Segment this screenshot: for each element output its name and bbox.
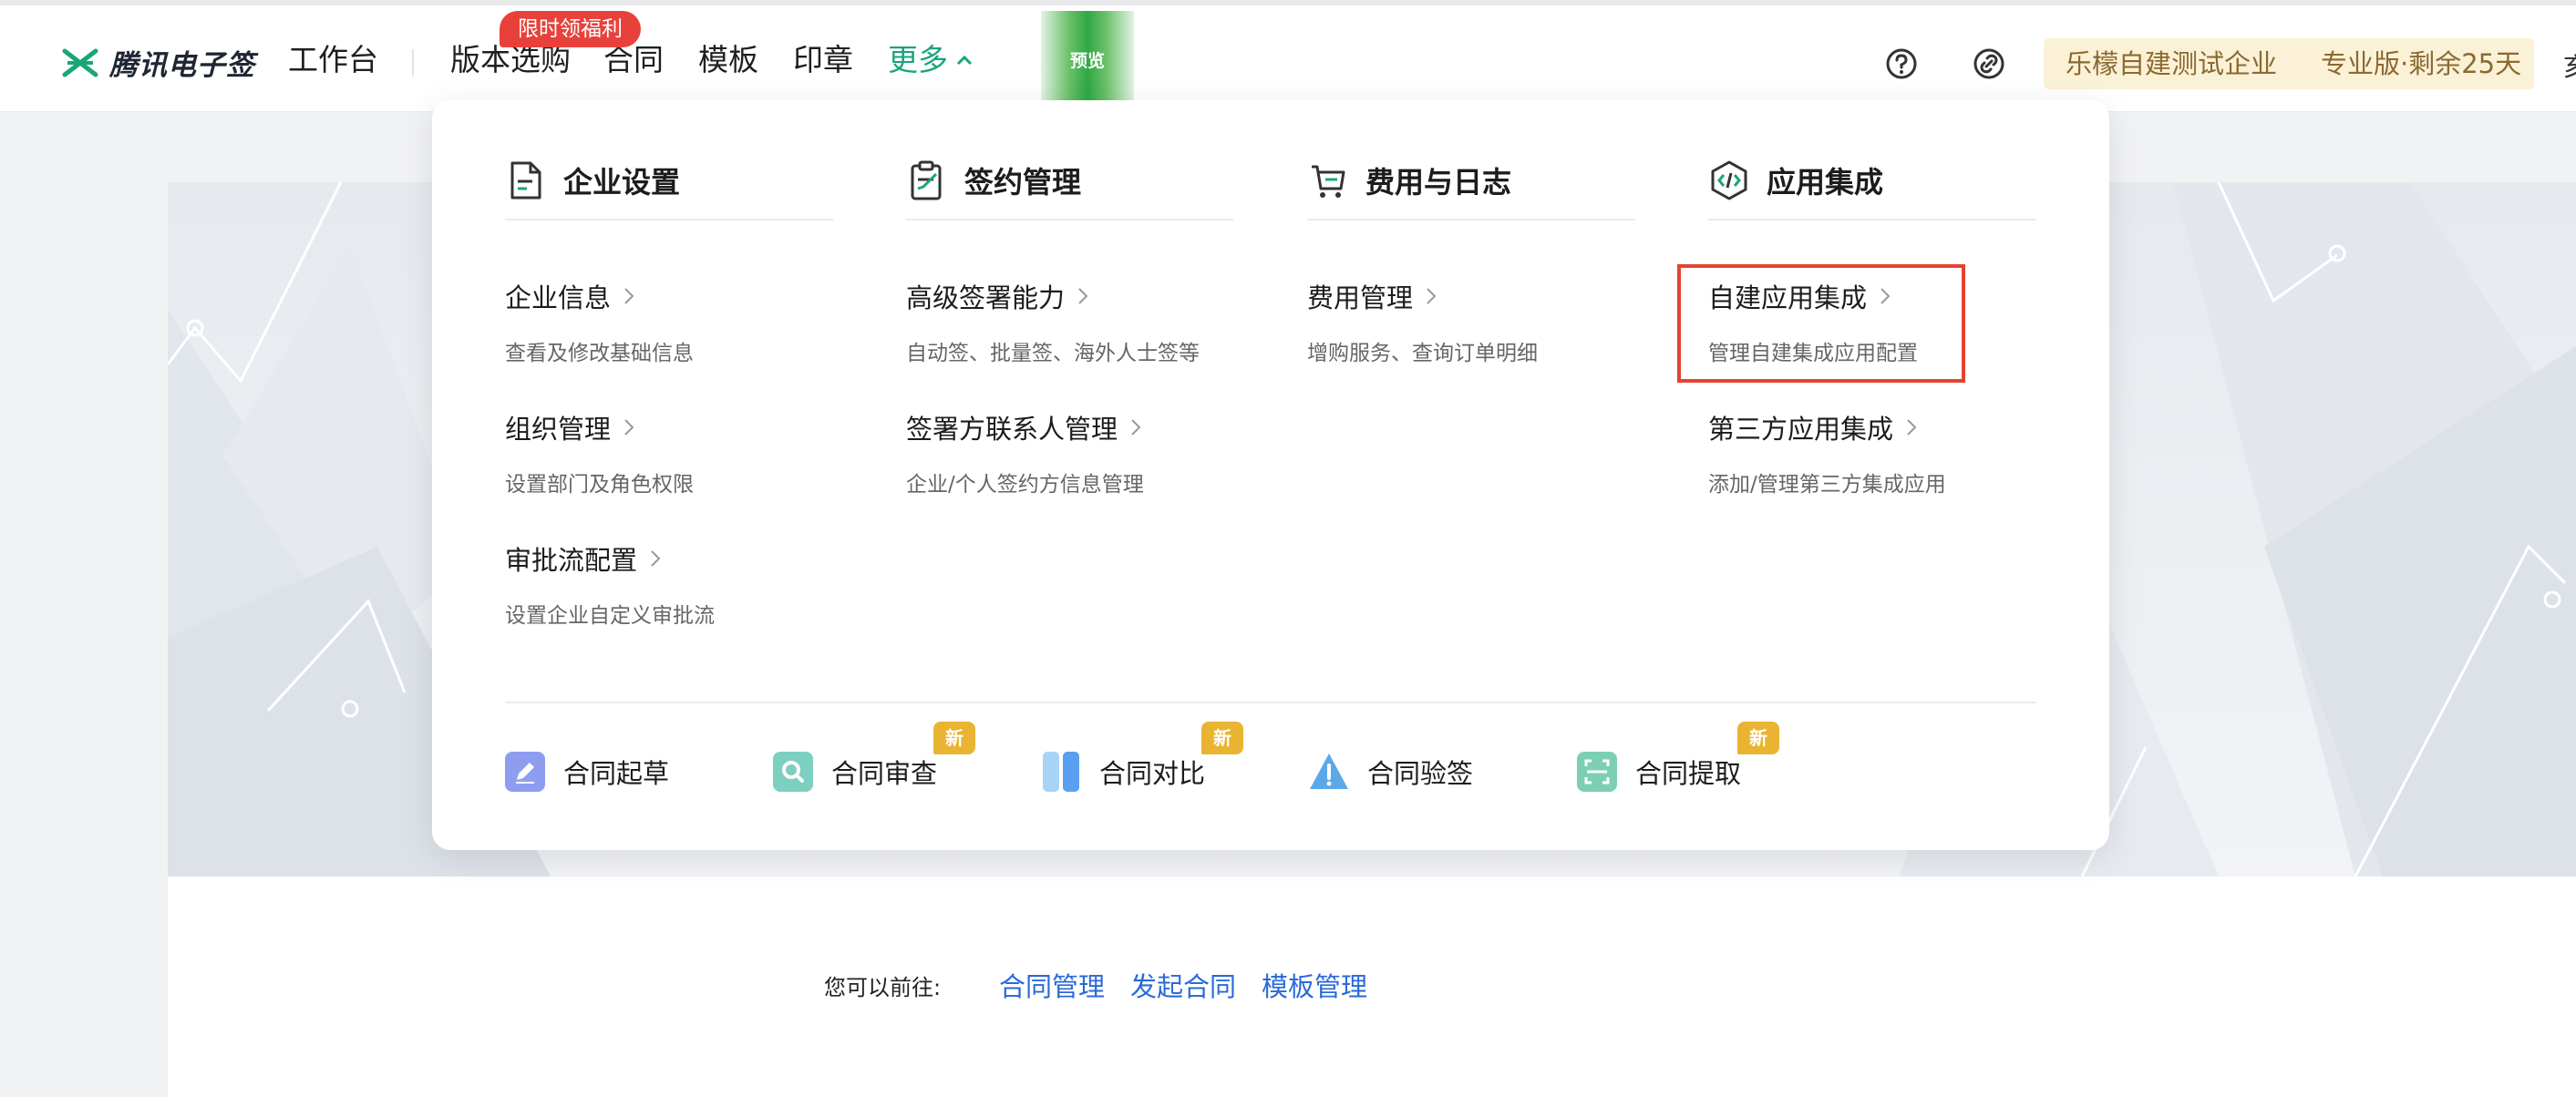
nav-workspace[interactable]: 工作台 [288,42,378,78]
column-header: 费用与日志 [1307,155,1635,220]
scan-icon [1577,752,1617,792]
chevron-right-icon [651,550,661,567]
nav-seal[interactable]: 印章 [793,42,853,78]
menu-item-desc: 查看及修改基础信息 [505,342,694,365]
menu-item-organization[interactable]: 组织管理 设置部门及角色权限 [505,408,833,497]
nav-separator [412,49,414,77]
column-title: 费用与日志 [1365,165,1512,200]
menu-item-title: 高级签署能力 [906,282,1066,313]
tool-label: 合同对比 [1099,758,1206,789]
column-title: 企业设置 [563,165,681,200]
chevron-right-icon [1078,288,1088,304]
menu-column-signing-management: 签约管理 高级签署能力 自动签、批量签、海外人士签等 签署方联系人管理 企业/个… [906,155,1234,497]
menu-item-self-built-integration[interactable]: 自建应用集成 管理自建集成应用配置 [1708,277,2036,366]
menu-column-fees-logs: 费用与日志 费用管理 增购服务、查询订单明细 [1307,155,1635,365]
tool-contract-verify[interactable]: 合同验签 [1309,749,1473,795]
link-contract-management[interactable]: 合同管理 [999,966,1105,1004]
column-title: 应用集成 [1767,165,1884,200]
menu-item-desc: 添加/管理第三方集成应用 [1708,473,1946,497]
nav-version-purchase[interactable]: 版本选购 [450,42,571,78]
pen-icon [505,752,545,792]
promo-badge[interactable]: 限时领福利 [500,11,641,47]
nav-contract[interactable]: 合同 [603,42,664,78]
plan-status: 专业版·剩余25天 [2321,48,2522,79]
brand-logo[interactable]: 腾讯电子签 [62,42,255,83]
warning-icon [1310,754,1348,789]
brand-name: 腾讯电子签 [109,49,255,82]
nav-template[interactable]: 模板 [698,42,758,78]
column-header: 签约管理 [906,155,1234,220]
menu-item-desc: 设置部门及角色权限 [505,473,694,497]
column-title: 签约管理 [964,165,1082,200]
document-icon [510,161,541,200]
new-badge: 新 [933,722,975,754]
new-badge: 新 [1201,722,1243,754]
chevron-right-icon [624,419,634,436]
menu-item-desc: 管理自建集成应用配置 [1708,342,1918,365]
nav-more[interactable]: 更多 [888,42,974,78]
menu-item-title: 企业信息 [505,282,612,313]
new-badge: 新 [1737,722,1779,754]
menu-item-signer-contacts[interactable]: 签署方联系人管理 企业/个人签约方信息管理 [906,408,1234,497]
goto-label: 您可以前往: [824,975,942,1000]
chevron-right-icon [1427,288,1437,304]
chevron-right-icon [1880,288,1891,304]
tool-contract-draft[interactable]: 合同起草 [505,749,669,795]
tool-label: 合同起草 [563,758,670,789]
menu-divider [505,702,2036,703]
menu-item-title: 自建应用集成 [1708,282,1868,313]
menu-item-title: 审批流配置 [505,545,638,576]
enterprise-name: 乐檬自建测试企业 [2066,48,2278,79]
menu-item-advanced-signing[interactable]: 高级签署能力 自动签、批量签、海外人士签等 [906,277,1234,366]
link-icon[interactable] [1971,46,2007,82]
menu-item-title: 签署方联系人管理 [906,414,1118,445]
column-header: 企业设置 [505,155,833,220]
more-dropdown-menu: 企业设置 企业信息 查看及修改基础信息 组织管理 设置部门及角色权限 审批流配置… [432,100,2109,850]
magnifier-icon [773,752,813,792]
menu-item-third-party-integration[interactable]: 第三方应用集成 添加/管理第三方集成应用 [1708,408,2036,497]
top-header: 腾讯电子签 工作台 版本选购 合同 模板 印章 更多 预览 乐檬自建测试企业 专… [0,5,2576,112]
truncated-nav-text: 亥 [2563,47,2576,84]
clipboard-icon [911,160,942,200]
menu-item-desc: 自动签、批量签、海外人士签等 [906,342,1200,365]
chevron-up-icon [956,55,973,66]
content-area [168,877,2576,1097]
enterprise-switcher[interactable]: 乐檬自建测试企业 专业版·剩余25天 [2044,38,2534,89]
tool-label: 合同验签 [1367,758,1474,789]
chevron-right-icon [1131,419,1141,436]
menu-item-desc: 企业/个人签约方信息管理 [906,473,1144,497]
chevron-right-icon [1907,419,1917,436]
tool-label: 合同提取 [1635,758,1742,789]
column-header: 应用集成 [1708,155,2036,220]
menu-item-desc: 增购服务、查询订单明细 [1307,342,1538,365]
tool-label: 合同审查 [831,758,938,789]
tencent-esign-logo-icon [62,48,98,77]
preview-label: 预览 [1069,51,1105,71]
menu-item-title: 费用管理 [1307,282,1414,313]
tool-contract-extract[interactable]: 合同提取 [1577,749,1741,795]
preview-thumbnail[interactable]: 预览 [1041,11,1134,106]
compare-icon [1043,752,1079,792]
chevron-right-icon [624,288,634,304]
tool-contract-compare[interactable]: 合同对比 [1041,749,1205,795]
code-icon [1711,160,1747,200]
menu-column-app-integration: 应用集成 自建应用集成 管理自建集成应用配置 第三方应用集成 添加/管理第三方集… [1708,155,2036,497]
menu-item-title: 第三方应用集成 [1708,414,1894,445]
menu-item-title: 组织管理 [505,414,612,445]
tool-contract-review[interactable]: 合同审查 [773,749,937,795]
menu-item-fee-management[interactable]: 费用管理 增购服务、查询订单明细 [1307,277,1635,366]
menu-column-enterprise-settings: 企业设置 企业信息 查看及修改基础信息 组织管理 设置部门及角色权限 审批流配置… [505,155,833,628]
cart-icon [1312,165,1345,198]
link-template-management[interactable]: 模板管理 [1262,966,1367,1004]
nav-more-label: 更多 [888,42,948,77]
help-icon[interactable] [1883,46,1920,82]
menu-item-desc: 设置企业自定义审批流 [505,604,715,628]
link-start-contract[interactable]: 发起合同 [1130,966,1236,1004]
menu-item-enterprise-info[interactable]: 企业信息 查看及修改基础信息 [505,277,833,366]
menu-item-approval-flow[interactable]: 审批流配置 设置企业自定义审批流 [505,539,833,629]
